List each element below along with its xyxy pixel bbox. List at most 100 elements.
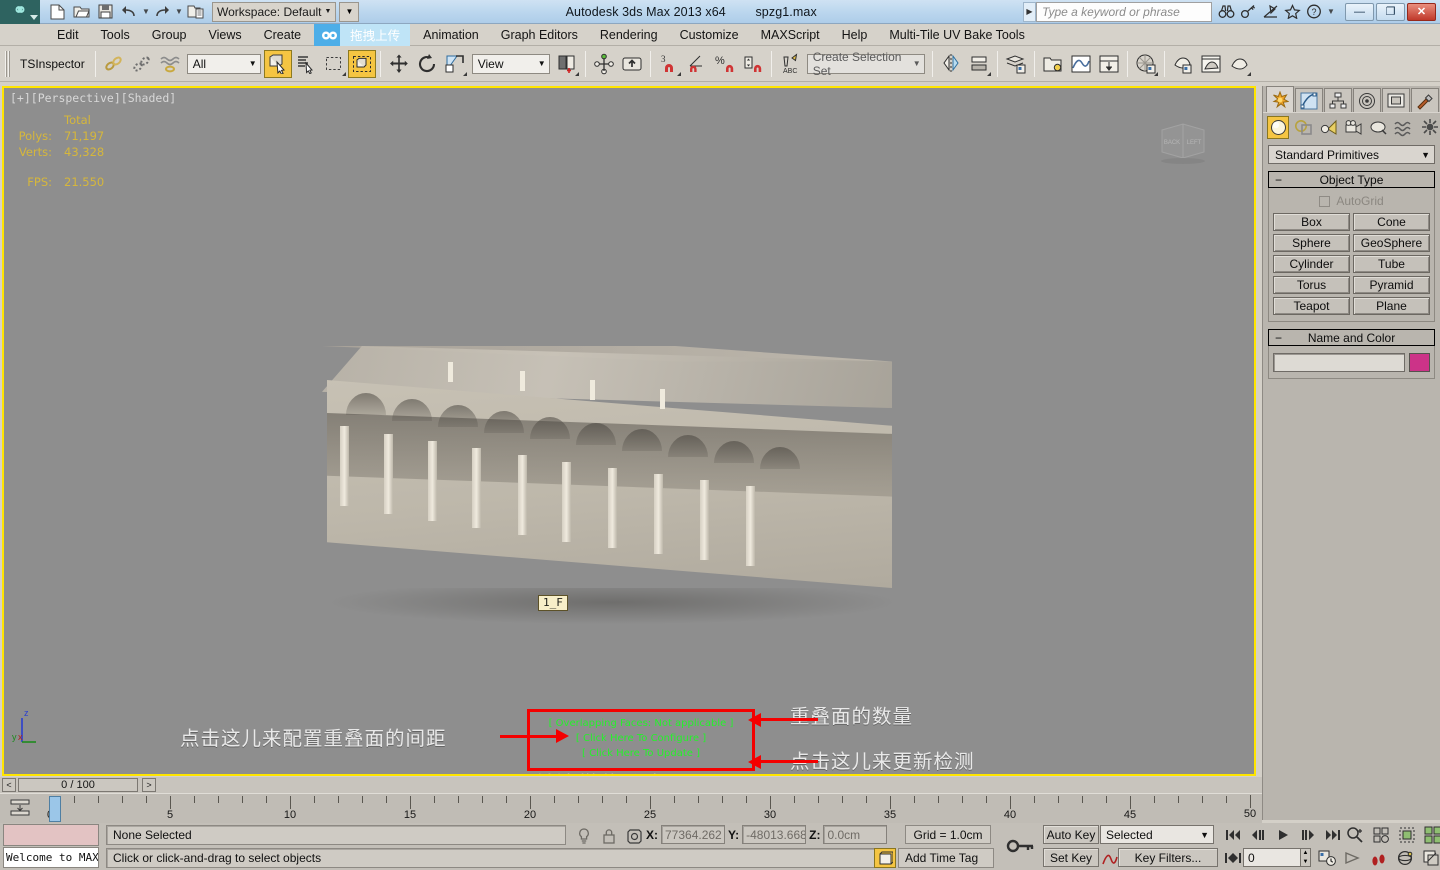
selection-lock-toggle-icon[interactable] <box>599 826 619 846</box>
object-color-swatch[interactable] <box>1409 353 1430 372</box>
set-key-button[interactable]: Set Key <box>1043 848 1099 867</box>
zoom-all-icon[interactable] <box>1370 825 1392 845</box>
space-warps-category-icon[interactable] <box>1393 116 1415 139</box>
search-binoculars-icon[interactable] <box>1217 2 1236 21</box>
key-mode-toggle-icon[interactable] <box>1222 848 1244 868</box>
create-geosphere-button[interactable]: GeoSphere <box>1353 234 1430 252</box>
bind-to-space-warp-icon[interactable] <box>156 50 184 78</box>
material-editor-icon[interactable] <box>1132 50 1160 78</box>
menu-item-help[interactable]: Help <box>831 26 879 44</box>
new-file-icon[interactable] <box>46 1 68 22</box>
systems-category-icon[interactable] <box>1418 116 1440 139</box>
create-teapot-button[interactable]: Teapot <box>1273 297 1350 315</box>
menu-item-create[interactable]: Create <box>253 26 313 44</box>
coordinate-z[interactable]: Z: 0.0cm <box>809 825 887 844</box>
spinner-snap-toggle-icon[interactable] <box>739 50 767 78</box>
maxscript-mini-listener-output[interactable] <box>3 824 99 846</box>
subscription-key-icon[interactable] <box>1239 2 1258 21</box>
menu-item-rendering[interactable]: Rendering <box>589 26 669 44</box>
create-cone-button[interactable]: Cone <box>1353 213 1430 231</box>
current-frame-display[interactable]: 0 / 100 <box>18 778 138 792</box>
select-and-move-icon[interactable] <box>385 50 413 78</box>
viewport-label[interactable]: [+][Perspective][Shaded] <box>10 91 176 105</box>
building-model[interactable] <box>322 258 892 608</box>
menu-item-customize[interactable]: Customize <box>669 26 750 44</box>
create-torus-button[interactable]: Torus <box>1273 276 1350 294</box>
select-object-icon[interactable] <box>264 50 292 78</box>
reference-coordinate-system-combo[interactable]: View ▼ <box>472 54 550 74</box>
maximize-viewport-toggle-icon[interactable] <box>1420 848 1440 868</box>
play-animation-icon[interactable] <box>1272 825 1294 845</box>
timeline-ruler[interactable]: 0 5 10 15 20 25 30 35 40 45 <box>46 794 1262 824</box>
set-key-mode-button[interactable] <box>1003 825 1039 867</box>
named-selection-set-combo[interactable]: Create Selection Set ▼ <box>807 54 925 74</box>
select-and-manipulate-icon[interactable] <box>590 50 618 78</box>
walk-through-icon[interactable] <box>1368 848 1390 868</box>
select-and-link-icon[interactable] <box>100 50 128 78</box>
selection-filter-combo[interactable]: All ▼ <box>187 54 261 74</box>
key-mode-combo[interactable]: Selected ▼ <box>1100 825 1214 844</box>
adaptive-degradation-icon[interactable] <box>574 826 594 846</box>
subcategory-combo[interactable]: Standard Primitives ▼ <box>1268 145 1435 164</box>
spinner-down-icon[interactable]: ▼ <box>1301 858 1310 867</box>
set-key-filters-curve-icon[interactable] <box>1100 848 1120 868</box>
undo-dropdown-arrow-icon[interactable]: ▼ <box>142 7 149 16</box>
select-by-name-icon[interactable] <box>292 50 320 78</box>
menu-item-tools[interactable]: Tools <box>90 26 141 44</box>
create-sphere-button[interactable]: Sphere <box>1273 234 1350 252</box>
menu-item-multi-tile-uv-bake-tools[interactable]: Multi-Tile UV Bake Tools <box>878 26 1035 44</box>
spinner-up-icon[interactable]: ▲ <box>1301 849 1310 858</box>
select-and-scale-icon[interactable] <box>441 50 469 78</box>
object-type-rollout-header[interactable]: − Object Type <box>1268 171 1435 188</box>
add-time-tag-button[interactable]: Add Time Tag <box>898 848 994 868</box>
help-dropdown-arrow-icon[interactable]: ▼ <box>1327 7 1334 16</box>
menu-item-maxscript[interactable]: MAXScript <box>750 26 831 44</box>
angle-snap-toggle-icon[interactable] <box>683 50 711 78</box>
y-coordinate-field[interactable]: -48013.668 <box>742 825 806 844</box>
close-button[interactable]: ✕ <box>1407 3 1436 21</box>
x-coordinate-field[interactable]: 77364.262 <box>661 825 725 844</box>
menu-item-group[interactable]: Group <box>141 26 198 44</box>
utilities-tab[interactable] <box>1411 88 1439 112</box>
perspective-viewport[interactable]: [+][Perspective][Shaded] Total Polys: 71… <box>2 86 1256 776</box>
zoom-extents-icon[interactable] <box>1396 825 1418 845</box>
application-menu-button[interactable]: ⚭ <box>0 0 40 24</box>
maxscript-mini-listener-input[interactable]: Welcome to MAXScript. <box>3 847 99 868</box>
layer-manager-icon[interactable] <box>1002 50 1030 78</box>
percent-snap-toggle-icon[interactable]: % <box>711 50 739 78</box>
display-tab[interactable] <box>1382 88 1410 112</box>
restore-button[interactable]: ❐ <box>1376 3 1405 21</box>
previous-frame-button[interactable]: < <box>2 778 16 792</box>
menu-item-edit[interactable]: Edit <box>46 26 90 44</box>
hierarchy-tab[interactable] <box>1324 88 1352 112</box>
open-mini-curve-editor-icon[interactable] <box>8 798 34 818</box>
create-plane-button[interactable]: Plane <box>1353 297 1430 315</box>
rectangular-selection-region-icon[interactable] <box>320 50 348 78</box>
workspace-selector[interactable]: Workspace: Default ▼ <box>212 2 336 22</box>
menu-item-animation[interactable]: Animation <box>412 26 490 44</box>
click-here-to-update-link[interactable]: [ Click Here To Update ] <box>530 746 752 761</box>
create-tab[interactable] <box>1266 86 1294 112</box>
autogrid-checkbox[interactable] <box>1319 196 1330 207</box>
open-file-icon[interactable] <box>70 1 92 22</box>
set-project-folder-icon[interactable] <box>184 1 206 22</box>
create-box-button[interactable]: Box <box>1273 213 1350 231</box>
minimize-button[interactable]: — <box>1345 3 1374 21</box>
schematic-view-icon[interactable] <box>1095 50 1123 78</box>
absolute-relative-transform-toggle-icon[interactable] <box>624 826 644 846</box>
communication-center-icon[interactable] <box>1261 2 1280 21</box>
object-name-label[interactable]: 1_F <box>538 595 568 611</box>
use-pivot-point-center-icon[interactable] <box>553 50 581 78</box>
previous-frame-icon[interactable] <box>1247 825 1269 845</box>
geometry-category-icon[interactable] <box>1267 116 1289 139</box>
key-filters-button[interactable]: Key Filters... <box>1118 848 1218 867</box>
mirror-icon[interactable] <box>937 50 965 78</box>
frame-spinner[interactable]: ▲ ▼ <box>1300 848 1311 867</box>
pan-view-icon[interactable] <box>1342 848 1364 868</box>
keyboard-shortcut-override-icon[interactable] <box>618 50 646 78</box>
toolbar-grip[interactable] <box>5 51 11 77</box>
next-frame-icon[interactable] <box>1297 825 1319 845</box>
save-file-icon[interactable] <box>94 1 116 22</box>
menu-item-graph-editors[interactable]: Graph Editors <box>490 26 589 44</box>
rendered-frame-window-icon[interactable] <box>1197 50 1225 78</box>
